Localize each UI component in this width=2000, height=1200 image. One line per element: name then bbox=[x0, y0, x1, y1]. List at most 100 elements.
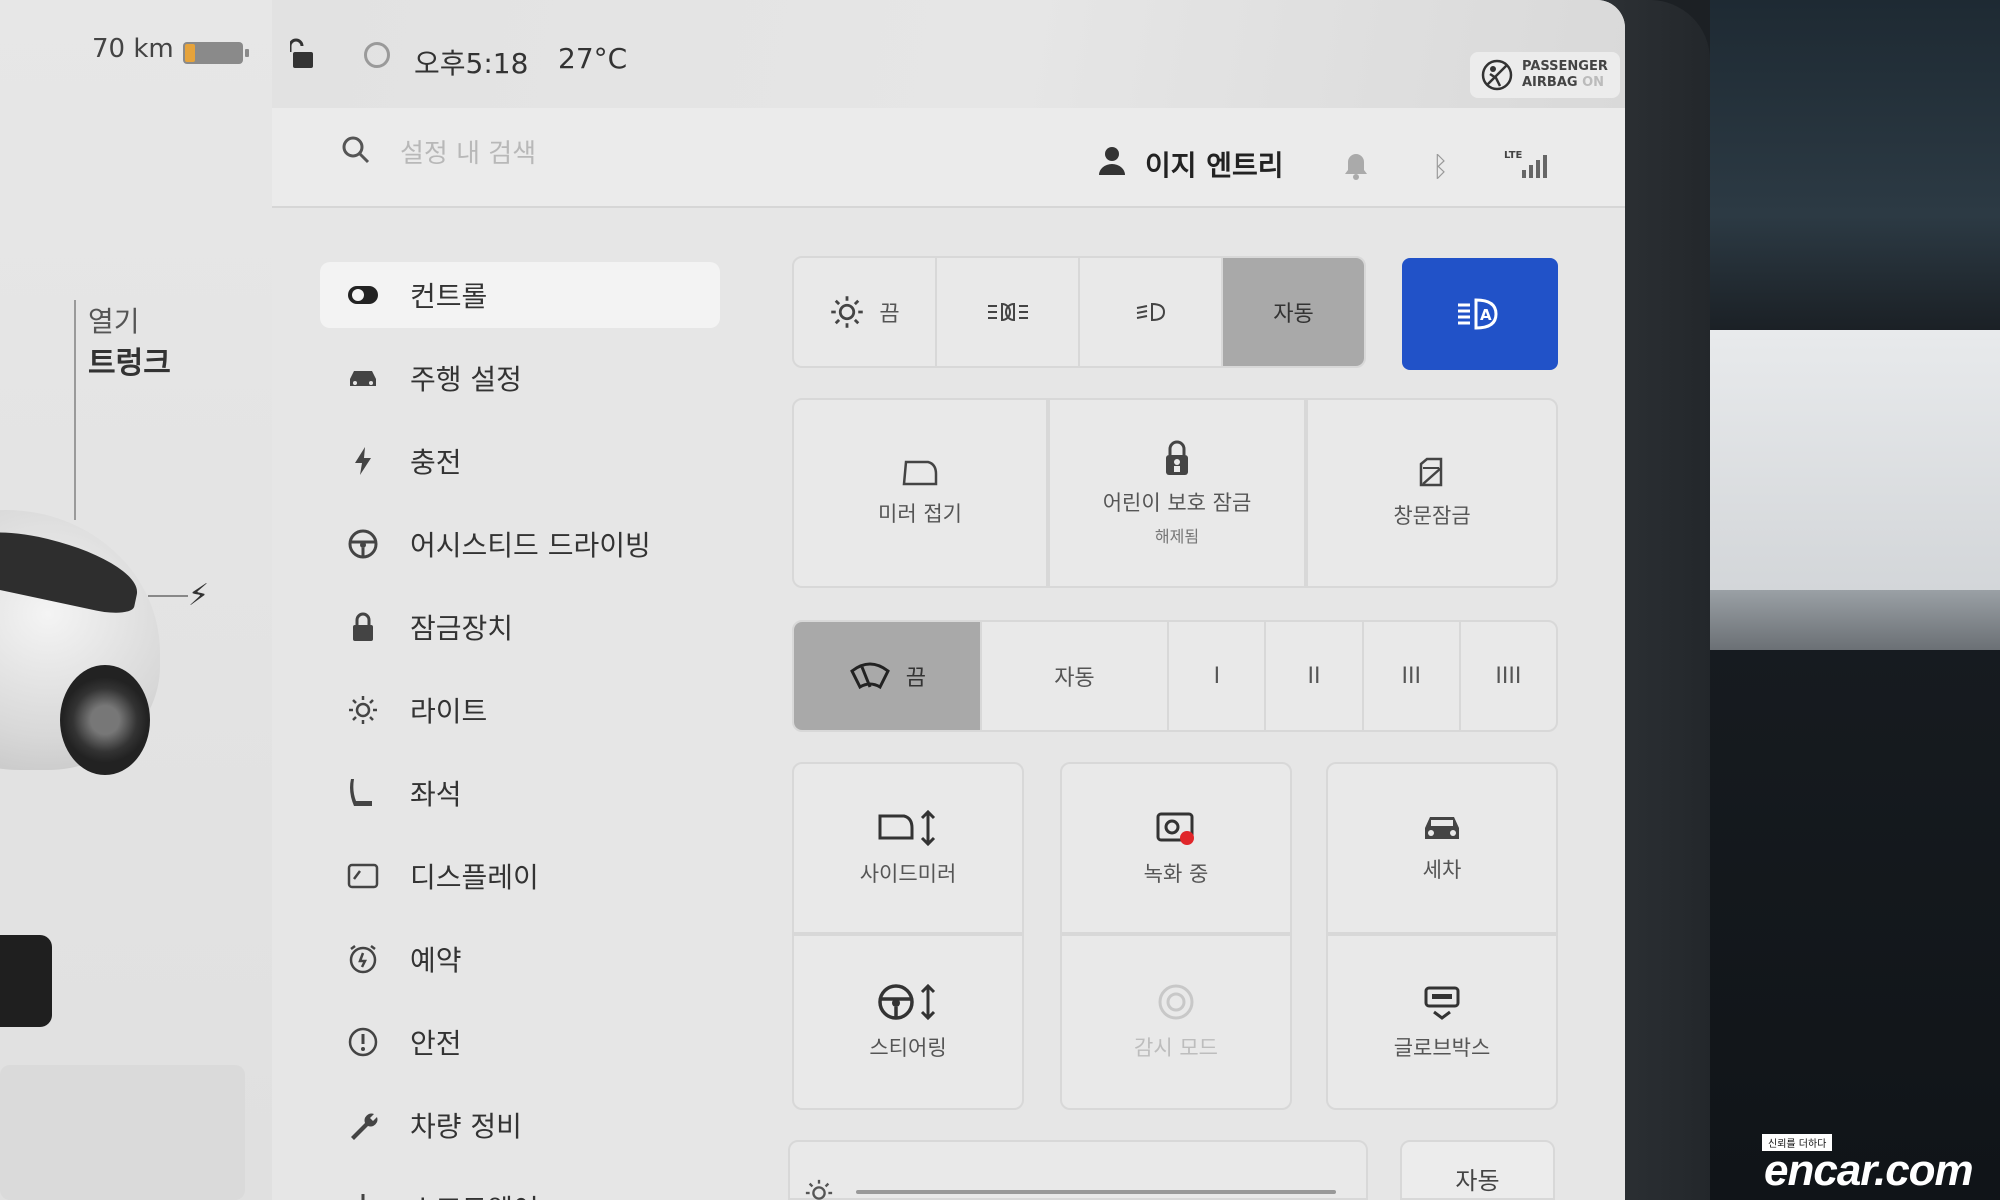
steering-wheel-icon bbox=[346, 527, 380, 561]
outside-temperature: 27°C bbox=[558, 42, 628, 75]
car-icon bbox=[346, 361, 380, 395]
sidebar-item-label: 안전 bbox=[410, 1027, 462, 1060]
mirror-fold-button[interactable]: 미러 접기 bbox=[792, 398, 1048, 588]
sidebar-item-schedule[interactable]: 예약 bbox=[320, 926, 720, 992]
wrench-icon bbox=[346, 1108, 380, 1142]
sun-icon bbox=[346, 693, 380, 727]
trunk-open-label[interactable]: 열기 bbox=[88, 300, 140, 340]
sidebar-item-assisted-driving[interactable]: 어시스티드 드라이빙 bbox=[320, 511, 720, 577]
auto-high-beam-icon: A bbox=[1458, 298, 1498, 330]
sidebar-item-software[interactable]: 소프트웨어 bbox=[320, 1175, 720, 1200]
car-wash-label: 세차 bbox=[1422, 858, 1462, 882]
interior-trim-strip bbox=[1710, 590, 2000, 650]
sidebar-item-safety[interactable]: 안전 bbox=[320, 1009, 720, 1075]
wipers-auto-label: 자동 bbox=[1054, 666, 1095, 691]
battery-icon bbox=[183, 42, 249, 64]
car-panel-button[interactable] bbox=[0, 935, 52, 1027]
wiper-icon bbox=[849, 662, 890, 690]
brightness-auto-button[interactable]: 자동 bbox=[1400, 1140, 1555, 1200]
bluetooth-icon[interactable]: ᛒ bbox=[1432, 150, 1449, 183]
lights-off-option[interactable]: 끔 bbox=[794, 258, 937, 366]
side-mirror-button[interactable]: 사이드미러 bbox=[792, 762, 1024, 934]
wiper-speed-1[interactable]: I bbox=[1169, 622, 1267, 730]
car-panel: 70 km 열기 트렁크 ⚡︎ bbox=[0, 0, 272, 1200]
download-icon bbox=[346, 1191, 380, 1200]
lock-icon bbox=[346, 610, 380, 644]
trunk-label[interactable]: 트렁크 bbox=[88, 338, 171, 382]
notification-bell-icon[interactable] bbox=[1343, 152, 1369, 184]
sidebar-item-driving[interactable]: 주행 설정 bbox=[320, 345, 720, 411]
sidebar-item-charging[interactable]: 충전 bbox=[320, 428, 720, 494]
bolt-icon bbox=[346, 444, 380, 478]
driver-profile-icon[interactable] bbox=[1098, 146, 1126, 180]
car-wash-button[interactable]: 세차 bbox=[1326, 762, 1558, 934]
recording-dot bbox=[1180, 831, 1194, 845]
sentry-status-icon bbox=[364, 42, 390, 68]
dashcam-button[interactable]: 녹화 중 bbox=[1060, 762, 1292, 934]
wiper-speed-label: IIII bbox=[1495, 663, 1522, 689]
low-beam-icon bbox=[1136, 302, 1165, 322]
sidebar-item-display[interactable]: 디스플레이 bbox=[320, 843, 720, 909]
sidebar-item-label: 좌석 bbox=[410, 778, 462, 811]
settings-search-input[interactable] bbox=[400, 132, 1000, 176]
car-panel-card[interactable] bbox=[0, 1065, 245, 1200]
clock-time: 오후5:18 bbox=[414, 47, 529, 80]
wiper-speed-label: II bbox=[1307, 663, 1321, 689]
sidebar-item-label: 디스플레이 bbox=[410, 861, 539, 894]
unlock-icon[interactable] bbox=[288, 38, 320, 74]
brightness-auto-label: 자동 bbox=[1455, 1167, 1500, 1195]
sidebar-item-service[interactable]: 차량 정비 bbox=[320, 1092, 720, 1158]
wipers-off-label: 끔 bbox=[905, 666, 926, 691]
sidebar-item-lights[interactable]: 라이트 bbox=[320, 677, 720, 743]
wiper-speed-3[interactable]: III bbox=[1364, 622, 1461, 730]
dashcam-icon bbox=[1156, 812, 1194, 845]
wiper-speed-2[interactable]: II bbox=[1266, 622, 1364, 730]
brightness-slider[interactable] bbox=[856, 1190, 1336, 1194]
wiper-speed-label: III bbox=[1401, 663, 1421, 689]
low-beam-option[interactable] bbox=[1080, 258, 1223, 366]
sidebar-item-label: 충전 bbox=[410, 446, 462, 479]
sidebar-item-seats[interactable]: 좌석 bbox=[320, 760, 720, 826]
battery-fill bbox=[185, 44, 195, 62]
glovebox-button[interactable]: 글로브박스 bbox=[1326, 934, 1558, 1110]
touch-screen: 70 km 열기 트렁크 ⚡︎ 오후5:18 27°C PASSENGER AI… bbox=[0, 0, 1625, 1200]
passenger-airbag-indicator: PASSENGER AIRBAG ON bbox=[1470, 52, 1620, 98]
sidebar-item-controls[interactable]: 컨트롤 bbox=[320, 262, 720, 328]
sentry-icon bbox=[1158, 984, 1194, 1020]
glovebox-icon bbox=[1424, 986, 1460, 1020]
svg-text:A: A bbox=[1480, 306, 1492, 324]
lights-auto-option[interactable]: 자동 bbox=[1223, 258, 1364, 366]
auto-high-beam-button[interactable]: A bbox=[1402, 258, 1558, 370]
wiper-speed-label: I bbox=[1213, 663, 1221, 689]
sidebar-item-label: 컨트롤 bbox=[410, 280, 488, 313]
car-interior-background bbox=[1710, 0, 2000, 1200]
sidebar-item-locks[interactable]: 잠금장치 bbox=[320, 594, 720, 660]
search-icon bbox=[340, 134, 372, 170]
wipers-auto-option[interactable]: 자동 bbox=[982, 622, 1170, 730]
steering-adjust-icon bbox=[878, 983, 936, 1021]
parking-lights-option[interactable] bbox=[937, 258, 1080, 366]
child-lock-button[interactable]: 어린이 보호 잠금 해제됨 bbox=[1048, 398, 1306, 588]
window-lock-button[interactable]: 창문잠금 bbox=[1306, 398, 1558, 588]
airbag-label-line1: PASSENGER bbox=[1522, 59, 1608, 74]
lte-signal-icon: LTE bbox=[1504, 148, 1550, 184]
child-lock-label: 어린이 보호 잠금 bbox=[1102, 491, 1252, 515]
charge-port-bolt-icon[interactable]: ⚡︎ bbox=[188, 578, 209, 613]
window-lock-label: 창문잠금 bbox=[1393, 504, 1471, 528]
encar-watermark: 신뢰를 더하다 encar.com bbox=[1762, 1134, 2000, 1195]
wiper-speed-4[interactable]: IIII bbox=[1461, 622, 1556, 730]
sidebar-item-label: 차량 정비 bbox=[410, 1110, 522, 1143]
wipers-off-option[interactable]: 끔 bbox=[794, 622, 982, 730]
airbag-label-line2: AIRBAG bbox=[1522, 75, 1578, 90]
parking-lights-icon bbox=[987, 302, 1028, 322]
seat-icon bbox=[346, 776, 380, 810]
driver-profile-name[interactable]: 이지 엔트리 bbox=[1145, 144, 1284, 184]
airbag-state: ON bbox=[1582, 75, 1605, 90]
wiper-mode-selector: 끔 자동 I II III IIII bbox=[792, 620, 1558, 732]
steering-adjust-button[interactable]: 스티어링 bbox=[792, 934, 1024, 1110]
sidebar-item-label: 주행 설정 bbox=[410, 363, 522, 396]
lte-label: LTE bbox=[1504, 150, 1523, 161]
mirror-icon bbox=[902, 460, 938, 486]
sentry-mode-button[interactable]: 감시 모드 bbox=[1060, 934, 1292, 1110]
brightness-sun-icon bbox=[805, 1179, 833, 1200]
